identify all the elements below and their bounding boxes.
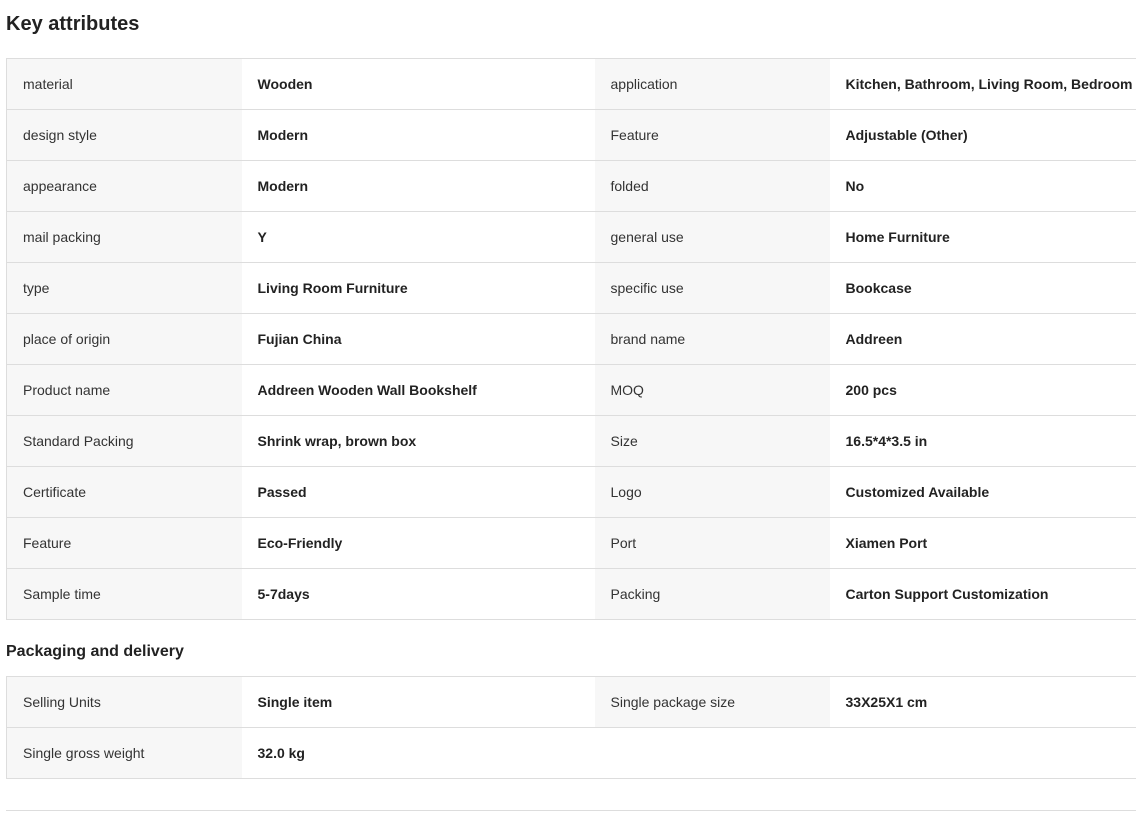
attribute-value: Passed	[241, 466, 595, 518]
table-row: Product name Addreen Wooden Wall Bookshe…	[6, 364, 1136, 416]
key-attributes-title: Key attributes	[6, 13, 140, 35]
attribute-value: Y	[241, 211, 595, 263]
attribute-value: 200 pcs	[829, 364, 1136, 416]
attribute-label: place of origin	[6, 313, 242, 365]
attribute-label: Standard Packing	[6, 415, 242, 467]
attribute-value: Addreen Wooden Wall Bookshelf	[241, 364, 595, 416]
attribute-label: Size	[594, 415, 830, 467]
attribute-label: Selling Units	[6, 676, 242, 728]
attribute-label: general use	[594, 211, 830, 263]
attribute-value: 32.0 kg	[241, 727, 595, 779]
attribute-label: type	[6, 262, 242, 314]
attribute-value: Living Room Furniture	[241, 262, 595, 314]
attribute-value: 5-7days	[241, 568, 595, 620]
attribute-value: Xiamen Port	[829, 517, 1136, 569]
table-row: Standard Packing Shrink wrap, brown box …	[6, 415, 1136, 467]
attribute-label: design style	[6, 109, 242, 161]
attribute-value: Fujian China	[241, 313, 595, 365]
attribute-label: Sample time	[6, 568, 242, 620]
attribute-value: Shrink wrap, brown box	[241, 415, 595, 467]
table-row: material Wooden application Kitchen, Bat…	[6, 58, 1136, 110]
table-row: Certificate Passed Logo Customized Avail…	[6, 466, 1136, 518]
attribute-value: Modern	[241, 109, 595, 161]
attribute-label: Feature	[594, 109, 830, 161]
attribute-label: Logo	[594, 466, 830, 518]
attribute-value: Kitchen, Bathroom, Living Room, Bedroom	[829, 58, 1136, 110]
empty-cell	[594, 727, 830, 779]
attribute-label: MOQ	[594, 364, 830, 416]
attribute-value: No	[829, 160, 1136, 212]
table-row: place of origin Fujian China brand name …	[6, 313, 1136, 365]
attribute-value: Bookcase	[829, 262, 1136, 314]
attribute-label: specific use	[594, 262, 830, 314]
attribute-label: Single gross weight	[6, 727, 242, 779]
table-row: Feature Eco-Friendly Port Xiamen Port	[6, 517, 1136, 569]
table-row: appearance Modern folded No	[6, 160, 1136, 212]
attribute-value: Single item	[241, 676, 595, 728]
key-attributes-table: material Wooden application Kitchen, Bat…	[6, 58, 1136, 620]
table-row: Sample time 5-7days Packing Carton Suppo…	[6, 568, 1136, 620]
table-row: type Living Room Furniture specific use …	[6, 262, 1136, 314]
attribute-label: material	[6, 58, 242, 110]
attribute-label: folded	[594, 160, 830, 212]
attribute-value: Customized Available	[829, 466, 1136, 518]
table-row: Single gross weight 32.0 kg	[6, 727, 1136, 779]
attribute-value: Home Furniture	[829, 211, 1136, 263]
product-attributes-page: Key attributes material Wooden applicati…	[0, 0, 1136, 815]
attribute-value: Wooden	[241, 58, 595, 110]
attribute-value: Addreen	[829, 313, 1136, 365]
attribute-label: brand name	[594, 313, 830, 365]
attribute-value: Modern	[241, 160, 595, 212]
attribute-label: Certificate	[6, 466, 242, 518]
packaging-delivery-title: Packaging and delivery	[6, 643, 184, 660]
attribute-value: Carton Support Customization	[829, 568, 1136, 620]
table-row: mail packing Y general use Home Furnitur…	[6, 211, 1136, 263]
section-divider	[6, 810, 1136, 811]
empty-cell	[829, 727, 1136, 779]
attribute-label: Feature	[6, 517, 242, 569]
attribute-label: Single package size	[594, 676, 830, 728]
attribute-value: Adjustable (Other)	[829, 109, 1136, 161]
attribute-label: Packing	[594, 568, 830, 620]
packaging-delivery-table: Selling Units Single item Single package…	[6, 676, 1136, 779]
attribute-label: Product name	[6, 364, 242, 416]
table-row: Selling Units Single item Single package…	[6, 676, 1136, 728]
attribute-value: Eco-Friendly	[241, 517, 595, 569]
attribute-label: appearance	[6, 160, 242, 212]
attribute-label: application	[594, 58, 830, 110]
table-row: design style Modern Feature Adjustable (…	[6, 109, 1136, 161]
attribute-value: 33X25X1 cm	[829, 676, 1136, 728]
attribute-value: 16.5*4*3.5 in	[829, 415, 1136, 467]
attribute-label: mail packing	[6, 211, 242, 263]
attribute-label: Port	[594, 517, 830, 569]
